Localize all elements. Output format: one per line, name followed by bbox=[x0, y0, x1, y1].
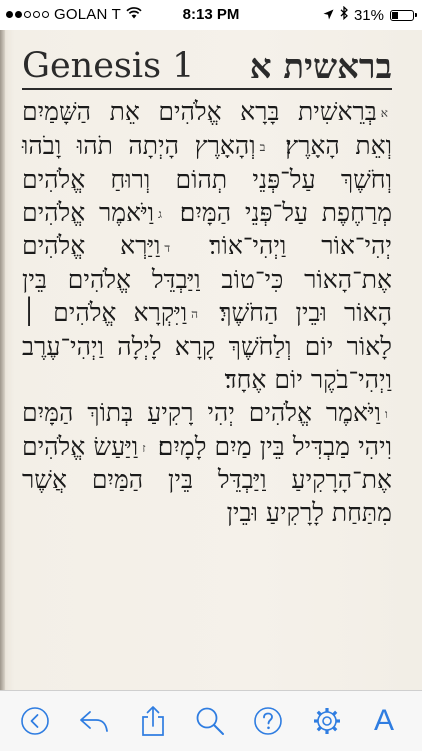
verse-number: ה bbox=[191, 307, 199, 322]
status-right: 31% bbox=[323, 5, 417, 24]
verse-number: ז bbox=[142, 440, 146, 455]
battery-icon bbox=[390, 9, 417, 21]
verse-number: ג bbox=[158, 206, 162, 221]
verse-number: ב bbox=[259, 139, 266, 154]
font-size-button[interactable]: A bbox=[368, 705, 400, 737]
back-circle-icon bbox=[20, 706, 50, 736]
chapter-header: Genesis 1 בראשית א bbox=[22, 38, 392, 90]
verse-number: ו bbox=[384, 406, 388, 421]
help-button[interactable] bbox=[252, 705, 284, 737]
back-button[interactable] bbox=[19, 705, 51, 737]
search-icon bbox=[195, 706, 225, 736]
bottom-toolbar: A bbox=[0, 690, 422, 751]
battery-fill bbox=[392, 11, 398, 19]
bluetooth-icon bbox=[340, 5, 348, 24]
page-binding-edge bbox=[0, 30, 5, 690]
verse-number: ד bbox=[164, 240, 171, 255]
chapter-title-english: Genesis 1 bbox=[22, 46, 195, 86]
reply-button[interactable] bbox=[78, 705, 110, 737]
share-icon bbox=[140, 705, 166, 737]
search-button[interactable] bbox=[194, 705, 226, 737]
reading-page[interactable]: Genesis 1 בראשית א אבְּרֵאשִׁית בָּרָא א… bbox=[0, 30, 422, 690]
scripture-text[interactable]: אבְּרֵאשִׁית בָּרָא אֱלֹהִים אֵת הַשָּׁמ… bbox=[22, 96, 392, 690]
settings-button[interactable] bbox=[311, 705, 343, 737]
battery-percent: 31% bbox=[353, 6, 384, 24]
font-icon: A bbox=[373, 704, 394, 737]
location-arrow-icon bbox=[323, 7, 334, 24]
help-icon bbox=[253, 706, 283, 736]
share-button[interactable] bbox=[137, 705, 169, 737]
reply-icon bbox=[78, 707, 110, 735]
chapter-title-hebrew: בראשית א bbox=[249, 47, 392, 87]
status-bar: GOLAN T 8:13 PM 31% bbox=[0, 0, 422, 30]
verse-number: א bbox=[380, 106, 388, 121]
gear-icon bbox=[312, 706, 342, 736]
